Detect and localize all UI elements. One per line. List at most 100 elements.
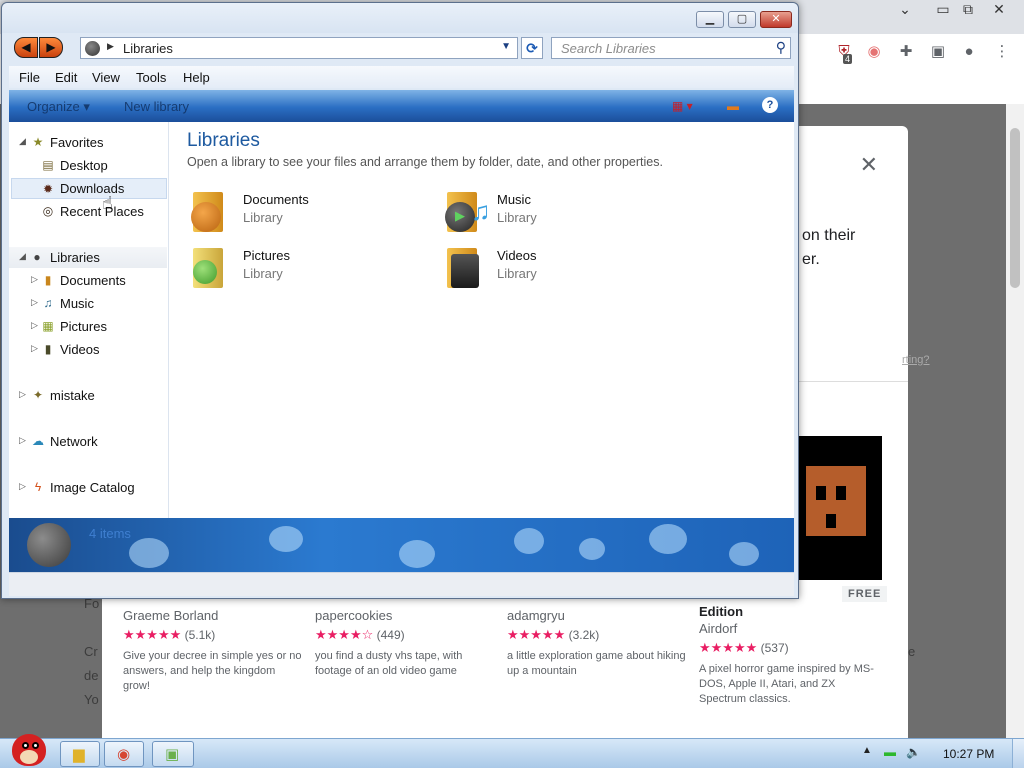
menu-help[interactable]: Help xyxy=(183,70,210,85)
restore-icon[interactable]: ⧉ xyxy=(953,0,983,18)
organize-button[interactable]: Organize ▾ xyxy=(27,99,90,115)
profile-icon[interactable]: ● xyxy=(959,42,979,62)
library-kind: Library xyxy=(243,266,283,281)
library-kind: Library xyxy=(497,266,537,281)
card-rating: ★★★★★ (5.1k) xyxy=(123,627,303,643)
nav-label: Libraries xyxy=(50,250,100,265)
expand-icon[interactable]: ▷ xyxy=(31,320,38,331)
expand-icon[interactable]: ▷ xyxy=(31,343,38,354)
start-button[interactable] xyxy=(6,730,50,768)
nav-favorites[interactable]: ◢ ★ Favorites xyxy=(9,132,167,153)
address-bar[interactable]: ▶ Libraries ▼ xyxy=(80,37,518,59)
expand-icon[interactable]: ▷ xyxy=(19,435,26,446)
background-text: de xyxy=(84,668,99,683)
music-icon: ♫ xyxy=(43,296,53,310)
nav-desktop[interactable]: ▤ Desktop xyxy=(9,155,167,176)
bird-eye xyxy=(22,742,29,749)
search-input[interactable]: Search Libraries ⚲ xyxy=(551,37,791,59)
puzzle-icon[interactable]: ✚ xyxy=(896,42,916,62)
house-shape xyxy=(806,466,866,536)
nav-label: Music xyxy=(60,296,94,311)
minimize-button[interactable]: ▁ xyxy=(696,11,724,28)
nav-pictures[interactable]: ▷ ▦ Pictures xyxy=(9,316,167,337)
title-bar[interactable]: ▁ ▢ ✕ xyxy=(2,3,798,33)
nav-videos[interactable]: ▷ ▮ Videos xyxy=(9,339,167,360)
view-options-icon[interactable]: ▦ ▾ xyxy=(672,99,693,113)
show-desktop-button[interactable] xyxy=(1012,739,1024,768)
tray-expand-icon[interactable]: ▲ xyxy=(862,745,872,756)
nav-label: Image Catalog xyxy=(50,480,135,495)
menu-tools[interactable]: Tools xyxy=(136,70,166,85)
page-title: Libraries xyxy=(187,130,260,151)
desktop-icon: ▤ xyxy=(42,158,54,172)
command-bar: Organize ▾ New library ▦ ▾ ▬ ? xyxy=(9,90,794,122)
extension-colorful-icon[interactable]: ◉ xyxy=(864,42,884,62)
taskbar: ▆ ◉ ▣ ▲ ▬ 🔈 10:27 PM xyxy=(0,734,1024,768)
taskbar-explorer[interactable]: ▆ xyxy=(60,741,100,767)
back-button[interactable]: ◀ xyxy=(14,37,38,58)
side-panel-icon[interactable]: ▣ xyxy=(928,42,948,62)
menu-file[interactable]: File xyxy=(19,70,40,85)
nav-libraries[interactable]: ◢ ● Libraries xyxy=(9,247,167,268)
search-icon[interactable]: ⚲ xyxy=(776,39,786,56)
library-pictures[interactable]: Pictures Library xyxy=(189,244,409,294)
nav-recent-places[interactable]: ◎ Recent Places xyxy=(9,201,167,222)
scrollbar-thumb[interactable] xyxy=(1010,128,1020,288)
nav-downloads[interactable]: ✹ Downloads xyxy=(11,178,167,199)
videos-icon xyxy=(443,244,485,290)
dialog-close-icon[interactable]: ✕ xyxy=(860,152,878,178)
close-icon[interactable]: ✕ xyxy=(984,0,1014,18)
pictures-icon: ▦ xyxy=(42,319,54,333)
expand-icon[interactable]: ▷ xyxy=(31,297,38,308)
expand-icon[interactable]: ▷ xyxy=(31,274,38,285)
item-count: 4 items xyxy=(89,526,131,541)
game-card[interactable]: papercookies ★★★★☆ (449) you find a dust… xyxy=(315,606,495,679)
decor-bubble xyxy=(649,524,687,554)
game-card[interactable]: adamgryu ★★★★★ (3.2k) a little explorati… xyxy=(507,606,687,679)
libraries-folder-icon: ▣ xyxy=(165,746,180,763)
videos-icon: ▮ xyxy=(44,342,52,356)
clock[interactable]: 10:27 PM xyxy=(943,747,994,761)
volume-icon[interactable]: 🔈 xyxy=(906,745,921,759)
nav-mistake[interactable]: ▷ ✦ mistake xyxy=(9,385,167,406)
collapse-icon[interactable]: ◢ xyxy=(19,251,26,262)
library-documents[interactable]: Documents Library xyxy=(189,188,409,238)
expand-icon[interactable]: ▷ xyxy=(19,481,26,492)
nav-music[interactable]: ▷ ♫ Music xyxy=(9,293,167,314)
preview-pane-icon[interactable]: ▬ xyxy=(727,99,739,113)
breadcrumb-arrow-icon[interactable]: ▶ xyxy=(107,41,114,52)
background-text: Cr xyxy=(84,644,98,659)
expand-icon[interactable]: ▷ xyxy=(19,389,26,400)
help-icon[interactable]: ? xyxy=(762,97,778,113)
menu-edit[interactable]: Edit xyxy=(55,70,77,85)
page-scrollbar[interactable] xyxy=(1006,104,1024,738)
stars-icon: ★★★★☆ xyxy=(315,627,374,642)
close-button[interactable]: ✕ xyxy=(760,11,792,28)
refresh-button[interactable]: ⟳ xyxy=(521,37,543,59)
new-library-button[interactable]: New library xyxy=(124,99,189,114)
kebab-menu-icon[interactable]: ⋮ xyxy=(992,42,1012,62)
nav-image-catalog[interactable]: ▷ ϟ Image Catalog xyxy=(9,477,167,498)
library-videos[interactable]: Videos Library xyxy=(443,244,663,294)
rating-count: (3.2k) xyxy=(568,628,600,642)
organize-label: Organize xyxy=(27,99,80,114)
dialog-link[interactable]: rting? xyxy=(902,354,930,366)
nav-network[interactable]: ▷ ☁ Network xyxy=(9,431,167,452)
background-text: e xyxy=(908,644,916,659)
folder-icon: ▆ xyxy=(73,746,85,763)
library-music[interactable]: ▶ ♫ Music Library xyxy=(443,188,663,238)
collapse-icon[interactable]: ◢ xyxy=(19,136,26,147)
forward-button[interactable]: ▶ xyxy=(39,37,63,58)
game-thumbnail[interactable] xyxy=(796,436,882,580)
battery-icon[interactable]: ▬ xyxy=(884,745,896,759)
taskbar-libraries[interactable]: ▣ xyxy=(152,741,194,767)
address-dropdown-icon[interactable]: ▼ xyxy=(501,41,511,52)
game-card[interactable]: Graeme Borland ★★★★★ (5.1k) Give your de… xyxy=(123,606,303,694)
game-card[interactable]: Edition Airdorf ★★★★★ (537) A pixel horr… xyxy=(699,604,879,707)
maximize-button[interactable]: ▢ xyxy=(728,11,756,28)
chevron-down-icon[interactable]: ⌄ xyxy=(890,0,920,18)
nav-documents[interactable]: ▷ ▮ Documents xyxy=(9,270,167,291)
menu-view[interactable]: View xyxy=(92,70,120,85)
taskbar-chrome[interactable]: ◉ xyxy=(104,741,144,767)
decor-bubble xyxy=(129,538,169,568)
